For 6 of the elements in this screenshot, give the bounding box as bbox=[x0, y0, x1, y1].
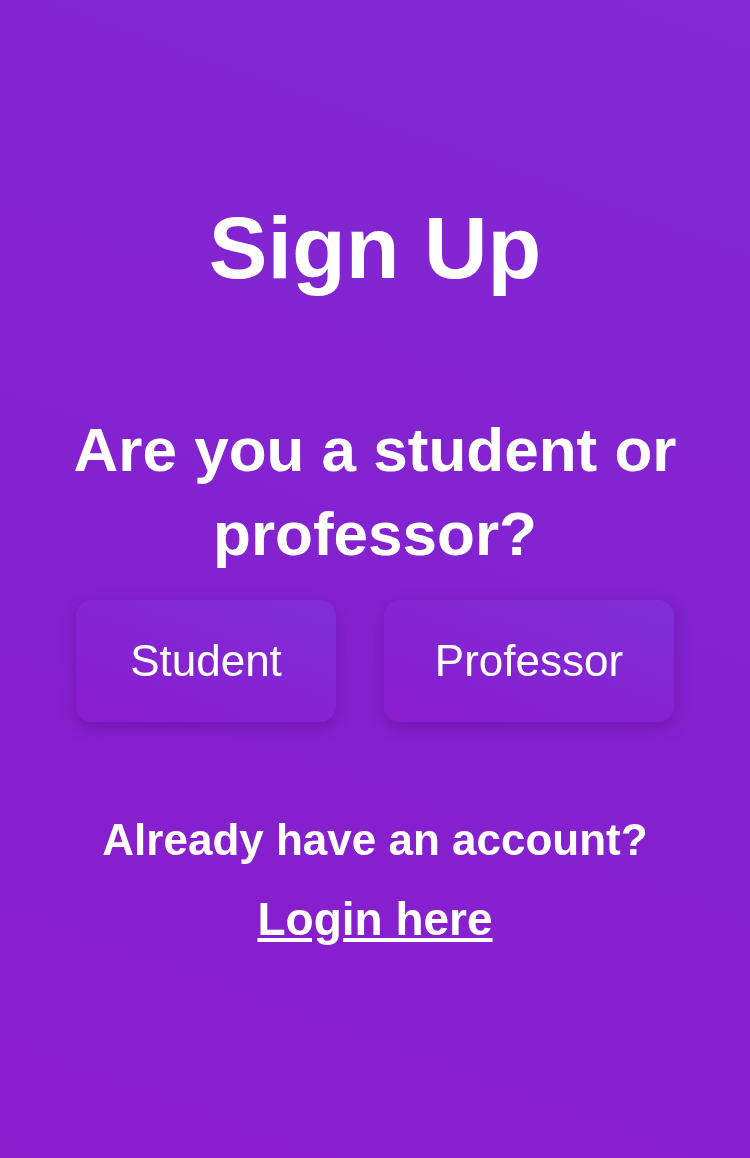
role-button[interactable]: Student bbox=[76, 600, 336, 722]
login-link[interactable]: Login here bbox=[257, 892, 493, 946]
role-question: Are you a student or professor? bbox=[72, 414, 678, 570]
role-button[interactable]: Professor bbox=[384, 600, 674, 722]
page-title: Sign Up bbox=[208, 197, 542, 299]
account-prompt: Already have an account? bbox=[102, 814, 648, 866]
